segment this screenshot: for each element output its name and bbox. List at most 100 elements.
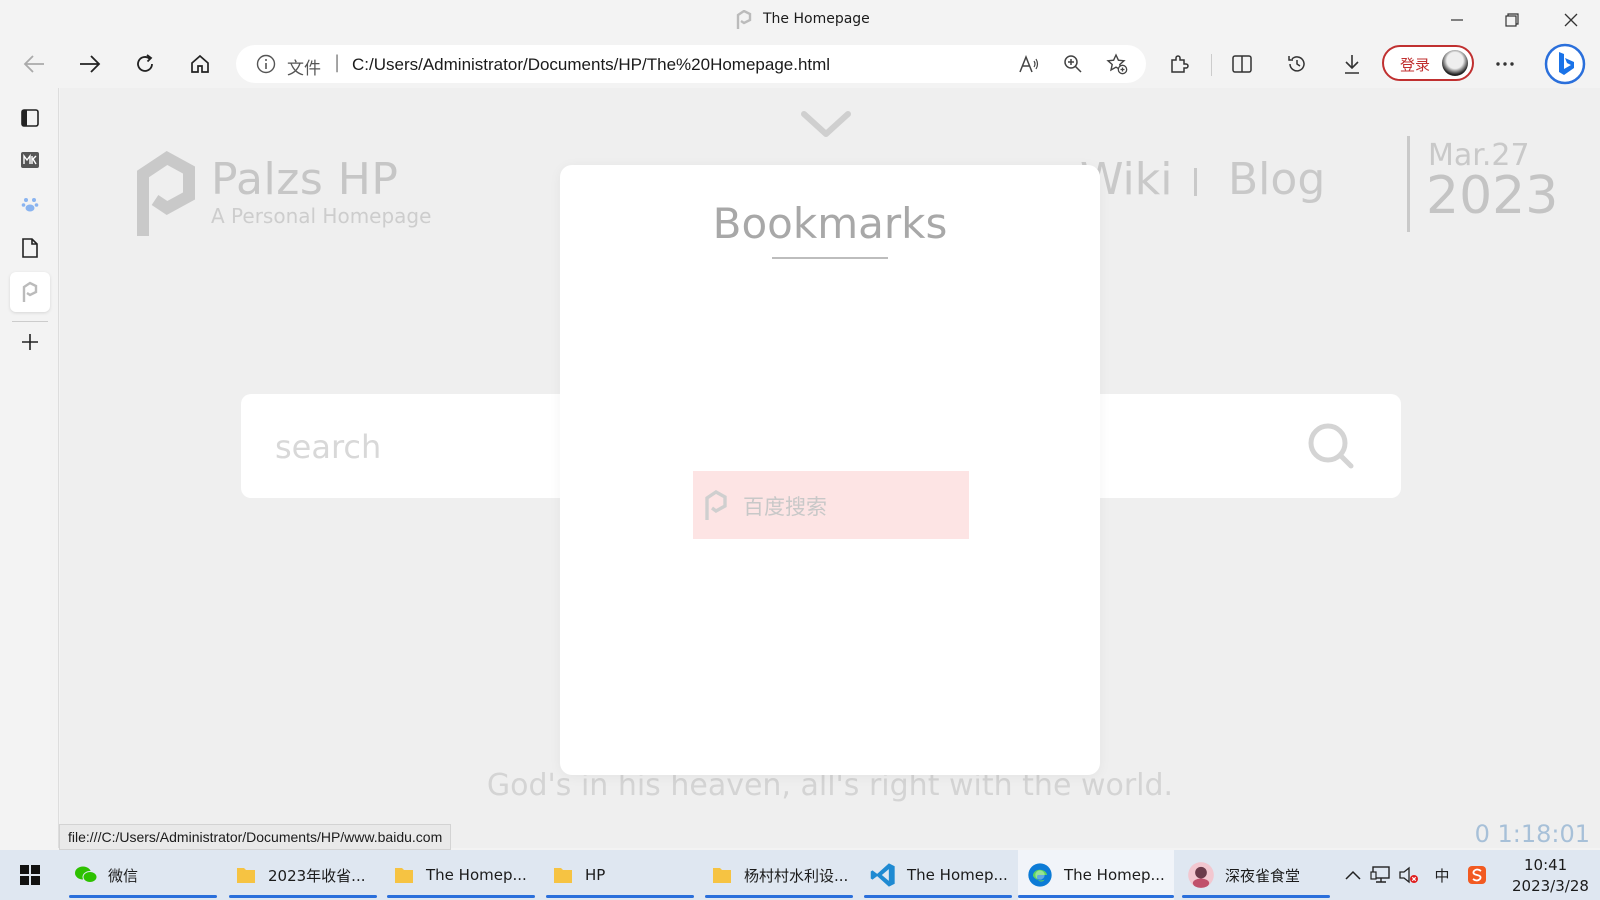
home-button[interactable] [182,46,218,82]
game-app-icon [1188,862,1214,888]
taskbar-item-folder-3[interactable]: 杨村村水利设... [705,850,853,900]
minimize-icon [1451,19,1463,21]
refresh-button[interactable] [127,46,163,82]
tab-panel-icon [21,109,39,127]
sidebar-add-button[interactable] [10,322,50,362]
search-icon[interactable] [1305,420,1357,472]
taskbar-label: HP [585,866,606,884]
title-bar: The Homepage [0,0,1600,40]
taskbar-label: The Homep... [907,866,1008,884]
address-url[interactable]: C:/Users/Administrator/Documents/HP/The%… [352,55,830,75]
date-year: 2023 [1426,166,1559,226]
folder-icon [395,868,413,883]
modal-title: Bookmarks [712,199,948,248]
info-icon[interactable] [256,54,276,74]
chevron-down-icon[interactable] [800,110,852,138]
restore-button[interactable] [1489,0,1535,40]
active-indicator [229,895,377,898]
login-button[interactable]: 登录 [1382,45,1474,81]
bing-copilot-icon[interactable] [1544,43,1586,85]
address-scheme-label: 文件 [287,59,321,79]
forward-button[interactable] [72,46,108,82]
history-icon [1288,56,1305,72]
extensions-button[interactable] [1161,46,1197,82]
plus-icon [22,334,38,350]
minimize-button[interactable] [1434,0,1480,40]
downloads-button[interactable] [1334,46,1370,82]
nav-divider [1194,168,1197,196]
taskbar-item-vscode[interactable]: The Homep... [864,850,1012,900]
clock-time[interactable]: 10:41 [1524,856,1567,874]
add-favorite-button[interactable] [1104,52,1130,76]
wechat-icon [75,866,98,883]
sogou-s-icon [1468,866,1486,884]
clock-date[interactable]: 2023/3/28 [1512,877,1589,895]
arrow-left-icon [23,55,44,73]
mk-app-icon [21,152,39,168]
brand-name[interactable]: Palzs HP [211,154,398,205]
history-button[interactable] [1279,46,1315,82]
chevron-up-icon [1345,870,1361,880]
address-separator: | [334,52,341,73]
taskbar-item-game[interactable]: 深夜雀食堂 [1182,850,1330,900]
browser-sidebar [0,88,59,848]
taskbar-item-wechat[interactable]: 微信 [69,850,217,900]
star-add-icon [1106,53,1128,75]
sogou-input-button[interactable] [1466,865,1488,885]
palzs-logo-icon [137,150,195,236]
taskbar: 微信 2023年收省... The Homep... HP 杨村村水利设... … [0,850,1600,900]
vscode-icon [870,863,895,887]
active-indicator [546,895,694,898]
read-aloud-icon [1019,55,1039,73]
back-button[interactable] [16,46,52,82]
document-icon [22,238,38,258]
avatar [1442,50,1468,76]
toolbar-divider [1211,54,1212,76]
active-indicator [1182,895,1330,898]
puzzle-icon [1171,55,1189,73]
folder-icon [554,868,572,883]
arrow-right-icon [80,55,101,73]
zoom-button[interactable] [1060,52,1086,76]
more-options-button[interactable] [1487,46,1523,82]
nav-link-blog[interactable]: Blog [1228,154,1325,205]
start-button[interactable] [8,855,52,895]
bookmark-item[interactable]: 百度搜索 [693,471,969,539]
site-favicon-icon [736,10,752,29]
taskbar-item-folder-hp[interactable]: HP [546,850,694,900]
split-screen-button[interactable] [1224,46,1260,82]
active-indicator [69,895,217,898]
date-divider [1407,136,1410,232]
read-aloud-button[interactable] [1016,52,1042,76]
sidebar-item-baidu[interactable] [10,184,50,224]
active-indicator [1018,895,1174,898]
search-input[interactable]: search [275,428,381,466]
close-window-button[interactable] [1548,0,1594,40]
sidebar-item-tab-actions[interactable] [10,98,50,138]
restore-icon [1505,13,1519,27]
brand-subtitle: A Personal Homepage [211,204,432,228]
bookmarks-modal: Bookmarks 百度搜索 [560,165,1100,775]
edge-browser-icon [1028,863,1052,887]
taskbar-label: The Homep... [1064,866,1165,884]
sidebar-item-mk[interactable] [10,140,50,180]
zoom-in-icon [1064,55,1082,73]
sidebar-item-homepage[interactable] [10,272,50,312]
show-hidden-icons-button[interactable] [1342,865,1364,885]
volume-button[interactable] [1398,865,1420,885]
volume-muted-icon [1399,866,1418,884]
refresh-icon [137,54,153,72]
taskbar-item-edge[interactable]: The Homep... [1018,850,1174,900]
palzs-logo-icon [22,281,38,302]
more-dots-icon [1496,62,1514,66]
input-method-indicator[interactable]: 中 [1431,865,1453,885]
active-indicator [705,895,853,898]
status-bar-url: file:///C:/Users/Administrator/Documents… [59,824,452,850]
network-icon [1370,866,1390,883]
taskbar-item-folder-1[interactable]: 2023年收省... [229,850,377,900]
network-button[interactable] [1370,865,1392,885]
taskbar-item-folder-2[interactable]: The Homep... [387,850,535,900]
address-bar[interactable]: 文件 | C:/Users/Administrator/Documents/HP… [236,45,1146,83]
sidebar-item-document[interactable] [10,228,50,268]
browser-toolbar: 文件 | C:/Users/Administrator/Documents/HP… [0,40,1600,88]
